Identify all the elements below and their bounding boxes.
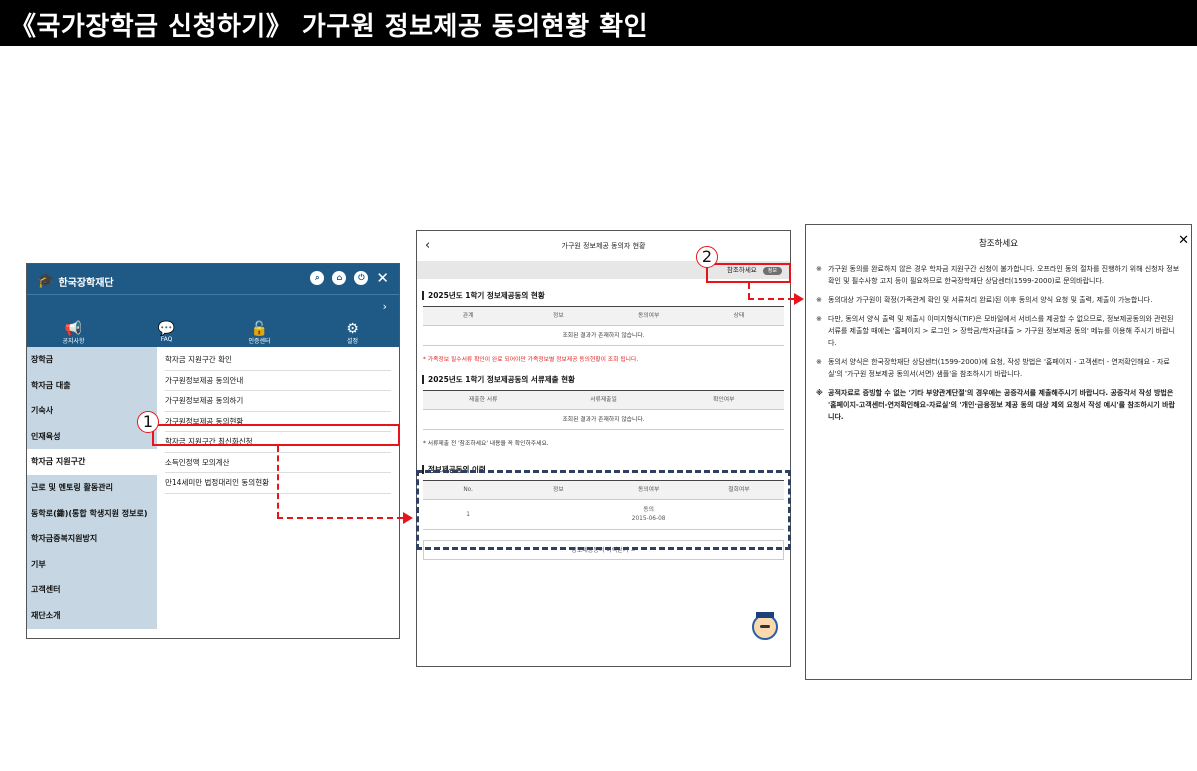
notice-text: 가구원 동의를 완료하지 않은 경우 학자금 지원구간 신청이 불가합니다. 오… (828, 265, 1180, 285)
nav-faq[interactable]: 💬 FAQ (137, 322, 197, 345)
speaker-icon: 📢 (64, 321, 83, 337)
notice-item: ※ 다만, 동의서 양식 출력 및 제출시 이미지형식(TIF)은 모바일에서 서… (816, 313, 1181, 349)
history-highlight-box (416, 470, 791, 550)
menu-item[interactable]: 기부 (27, 552, 157, 578)
nav-label: 공지사항 (62, 338, 85, 345)
connector-line (277, 517, 403, 519)
connector-line (748, 298, 794, 300)
nav-settings[interactable]: ⚙ 설정 (323, 322, 383, 345)
section-title: 2025년도 1학기 정보제공동의 서류제출 현황 (422, 375, 790, 384)
menu-item[interactable]: 인재육성 (27, 424, 157, 450)
grad-cap-icon: 🎓 (37, 273, 55, 289)
nav-auth[interactable]: 🔓 인증센터 (230, 322, 290, 345)
panel-title: 가구원 정보제공 동의자 현황 (561, 242, 646, 250)
column-header: 상태 (733, 313, 745, 319)
notice-text: 동의서 양식은 한국장학재단 상담센터(1599-2000)에 요청, 작성 방… (828, 358, 1170, 378)
divider (27, 294, 399, 295)
menu-item[interactable]: 장학금 (27, 347, 157, 373)
notice-text: 다만, 동의서 양식 출력 및 제출시 이미지형식(TIF)은 모바일에서 서비… (828, 315, 1175, 347)
column-header: 정보 (553, 313, 564, 319)
menu-item[interactable]: 재단소개 (27, 603, 157, 629)
home-icon[interactable]: ⌂ (332, 271, 347, 285)
step-marker-2: 2 (696, 246, 718, 268)
chatbot-mascot-icon[interactable] (752, 612, 778, 640)
consent-status-panel: ‹ 가구원 정보제공 동의자 현황 참조하세요 정보 2025년도 1학기 정보제… (416, 230, 791, 667)
menu-item[interactable]: 학자금중복지원방지 (27, 526, 157, 552)
nav-notice[interactable]: 📢 공지사항 (44, 322, 104, 345)
nav-label: 인증센터 (248, 338, 271, 345)
empty-message: 조회된 결과가 존재하지 않습니다. (423, 326, 784, 346)
chevron-right-icon[interactable]: › (383, 300, 387, 313)
menu-item[interactable]: 고객센터 (27, 577, 157, 603)
nav-label: 설정 (346, 338, 359, 345)
column-header: 동의여부 (637, 313, 660, 319)
highlight-consent-status (152, 424, 400, 446)
page-title: 《국가장학금 신청하기》 가구원 정보제공 동의현황 확인 (0, 0, 1197, 46)
logo-text: 한국장학재단 (58, 277, 114, 289)
step-marker-1: 1 (137, 411, 159, 433)
arrow-icon (794, 293, 804, 305)
marker: ※ (816, 389, 823, 397)
notice-item: ※ 동의대상 가구원이 확정(가족관계 확인 및 서류처리 완료)된 이후 동의서… (816, 294, 1181, 306)
gear-icon: ⚙ (346, 321, 359, 337)
notice-item-bold: ※ 공적자료로 증빙할 수 없는 '기타 부양관계단절'의 경우에는 공증각서를 … (816, 387, 1181, 423)
popup-title: 참조하세요 (978, 239, 1019, 249)
arrow-icon (403, 512, 413, 524)
search-icon[interactable]: ⌕ (310, 271, 325, 285)
warning-note: * 가족정보 필수서류 확인이 완료 되어야만 가족정보별 정보제공 동의현황이… (423, 357, 639, 363)
logo: 🎓 한국장학재단 (37, 273, 114, 289)
consent-table: 관계 정보 동의여부 상태 조회된 결과가 존재하지 않습니다. (423, 306, 784, 346)
marker: ※ (816, 315, 822, 323)
panel-header: ‹ 가구원 정보제공 동의자 현황 (417, 231, 790, 261)
back-icon[interactable]: ‹ (425, 231, 430, 261)
marker: ※ (816, 358, 822, 366)
marker: ※ (816, 265, 822, 273)
connector-line (748, 283, 750, 299)
connector-line (277, 446, 279, 518)
nav-label: FAQ (160, 336, 173, 343)
power-icon[interactable]: ⏻ (354, 271, 369, 285)
highlight-reference (706, 263, 791, 283)
column-header: 제출한 서류 (468, 397, 498, 403)
section-title: 2025년도 1학기 정보제공동의 현황 (422, 291, 790, 300)
submenu-item[interactable]: 학자금 지원구간 확인 (165, 350, 391, 371)
close-icon[interactable]: ✕ (376, 271, 389, 286)
menu-header: 🎓 한국장학재단 ⌕ ⌂ ⏻ ✕ › 📢 공지사항 💬 FAQ 🔓 인증센터 ⚙ 설정 (27, 264, 399, 347)
main-menu: 장학금 학자금 대출 기숙사 인재육성 학자금 지원구간 근로 및 멘토링 활동… (27, 347, 157, 629)
column-header: 관계 (462, 313, 474, 319)
documents-table: 제출한 서류 서류제출일 확인여부 조회된 결과가 존재하지 않습니다. (423, 390, 784, 430)
notice-text: 공적자료로 증빙할 수 없는 '기타 부양관계단절'의 경우에는 공증각서를 제… (828, 389, 1175, 421)
reference-popup: 참조하세요 ✕ ※ 가구원 동의를 완료하지 않은 경우 학자금 지원구간 신청이… (805, 224, 1192, 680)
close-icon[interactable]: ✕ (1178, 233, 1189, 248)
notice-item: ※ 가구원 동의를 완료하지 않은 경우 학자금 지원구간 신청이 불가합니다. … (816, 263, 1181, 287)
menu-item[interactable]: 동학로(鋤)(통합 학생지원 정보로) (27, 501, 157, 527)
submenu-item[interactable]: 가구원정보제공 동의안내 (165, 371, 391, 391)
lock-icon: 🔓 (250, 321, 269, 337)
chat-icon: 💬 (157, 321, 176, 337)
mobile-menu-panel: 🎓 한국장학재단 ⌕ ⌂ ⏻ ✕ › 📢 공지사항 💬 FAQ 🔓 인증센터 ⚙ 설정 … (26, 263, 400, 639)
menu-item-selected[interactable]: 학자금 지원구간 (27, 449, 157, 475)
marker: ※ (816, 296, 822, 304)
menu-item[interactable]: 근로 및 멘토링 활동관리 (27, 475, 157, 501)
column-header: 확인여부 (713, 397, 735, 403)
empty-message: 조회된 결과가 존재하지 않습니다. (423, 410, 784, 430)
submenu-item[interactable]: 가구원정보제공 동의하기 (165, 391, 391, 412)
column-header: 서류제출일 (590, 397, 617, 403)
menu-item[interactable]: 학자금 대출 (27, 373, 157, 399)
info-note: * 서류제출 전 '참조하세요' 내용을 꼭 확인하주세요. (423, 441, 549, 447)
notice-item: ※ 동의서 양식은 한국장학재단 상담센터(1599-2000)에 요청, 작성 … (816, 356, 1181, 380)
notice-text: 동의대상 가구원이 확정(가족관계 확인 및 서류처리 완료)된 이후 동의서 … (828, 296, 1153, 304)
